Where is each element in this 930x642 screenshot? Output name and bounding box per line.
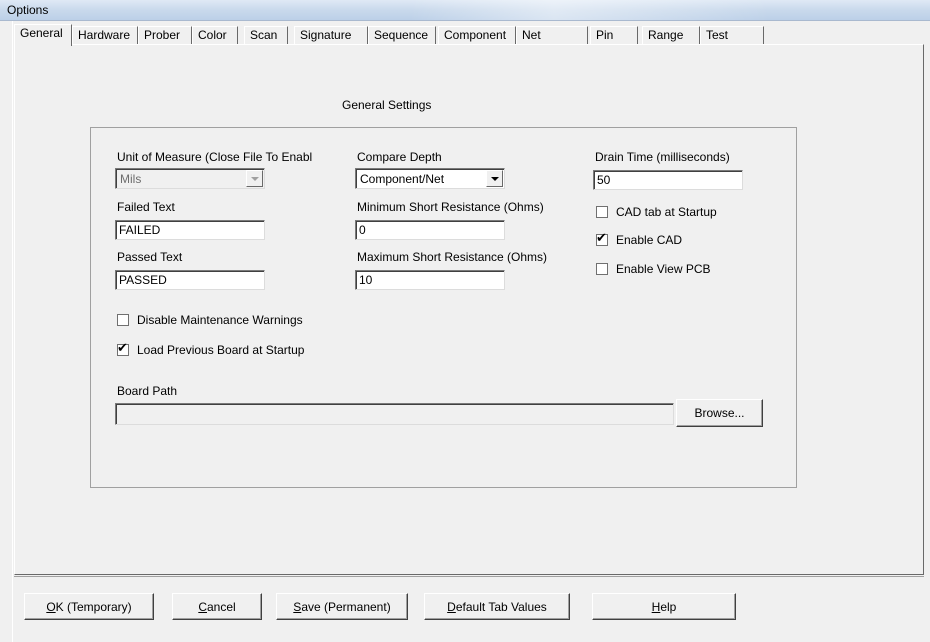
compare-depth-label: Compare Depth	[357, 150, 442, 164]
cad-tab-startup-label: CAD tab at Startup	[616, 205, 717, 219]
browse-button[interactable]: Browse...	[676, 399, 763, 427]
board-path-label: Board Path	[117, 384, 178, 398]
checkbox-box	[596, 263, 608, 275]
unit-of-measure-label: Unit of Measure (Close File To Enabl	[117, 150, 313, 164]
max-short-resistance-label: Maximum Short Resistance (Ohms)	[357, 250, 548, 264]
window-title: Options	[7, 3, 49, 17]
default-label-rest: efault Tab Values	[455, 599, 547, 614]
default-accel: D	[447, 599, 456, 614]
board-path-field[interactable]	[115, 403, 674, 425]
tab-strip: General Hardware Prober Color Scan Signa…	[14, 24, 924, 46]
passed-text-label: Passed Text	[117, 250, 183, 264]
checkbox-box: ✔	[117, 341, 129, 356]
cancel-button[interactable]: Cancel	[172, 593, 262, 620]
tab-pin[interactable]: Pin	[590, 26, 638, 44]
check-mark-icon: ✔	[117, 341, 128, 356]
tab-signature[interactable]: Signature	[294, 26, 368, 44]
ok-label-rest: K (Temporary)	[55, 599, 132, 614]
disable-maintenance-warnings-label: Disable Maintenance Warnings	[137, 313, 303, 327]
checkbox-box: ✔	[596, 231, 608, 246]
max-short-resistance-field[interactable]	[355, 270, 505, 290]
drain-time-label: Drain Time (milliseconds)	[595, 150, 730, 164]
tab-component[interactable]: Component	[438, 26, 516, 44]
compare-depth-dropdown[interactable]: Component/Net	[355, 168, 505, 189]
tab-test[interactable]: Test	[700, 26, 764, 44]
chevron-down-icon	[486, 170, 503, 187]
load-previous-board-label: Load Previous Board at Startup	[137, 343, 305, 357]
title-bar[interactable]: Options	[0, 0, 930, 21]
tab-range[interactable]: Range	[642, 26, 700, 44]
passed-text-field[interactable]	[115, 270, 265, 290]
help-label-rest: elp	[660, 599, 677, 614]
unit-of-measure-dropdown[interactable]: Mils	[115, 168, 265, 189]
help-button[interactable]: Help	[592, 593, 736, 620]
footer-divider	[14, 576, 924, 577]
tab-general[interactable]: General	[14, 24, 72, 46]
general-settings-heading: General Settings	[342, 98, 432, 112]
tab-color[interactable]: Color	[192, 26, 238, 44]
enable-cad-label: Enable CAD	[616, 233, 683, 247]
save-label-rest: ave (Permanent)	[301, 599, 391, 614]
tab-scan[interactable]: Scan	[244, 26, 288, 44]
enable-view-pcb-label: Enable View PCB	[616, 262, 711, 276]
tab-hardware[interactable]: Hardware	[72, 26, 138, 44]
min-short-resistance-field[interactable]	[355, 220, 505, 240]
drain-time-field[interactable]	[593, 170, 743, 190]
failed-text-field[interactable]	[115, 220, 265, 240]
tab-sequence[interactable]: Sequence	[368, 26, 436, 44]
tab-prober[interactable]: Prober	[138, 26, 192, 44]
save-permanent-button[interactable]: Save (Permanent)	[276, 593, 408, 620]
checkbox-box	[596, 206, 608, 218]
min-short-resistance-label: Minimum Short Resistance (Ohms)	[357, 200, 544, 214]
title-bar-glow	[410, 0, 770, 20]
default-tab-values-button[interactable]: Default Tab Values	[424, 593, 570, 620]
cancel-accel: C	[198, 599, 207, 614]
cancel-label-rest: ancel	[206, 599, 236, 614]
ok-accel: O	[46, 599, 56, 614]
options-window: Options General Hardware Prober Color Sc…	[0, 0, 930, 642]
unit-of-measure-value: Mils	[120, 172, 142, 186]
chevron-down-icon	[246, 170, 263, 187]
check-mark-icon: ✔	[596, 231, 607, 246]
failed-text-label: Failed Text	[117, 200, 175, 214]
tab-net[interactable]: Net	[516, 26, 588, 44]
checkbox-box	[117, 314, 129, 326]
ok-temporary-button[interactable]: OK (Temporary)	[24, 593, 154, 620]
compare-depth-value: Component/Net	[360, 172, 445, 186]
